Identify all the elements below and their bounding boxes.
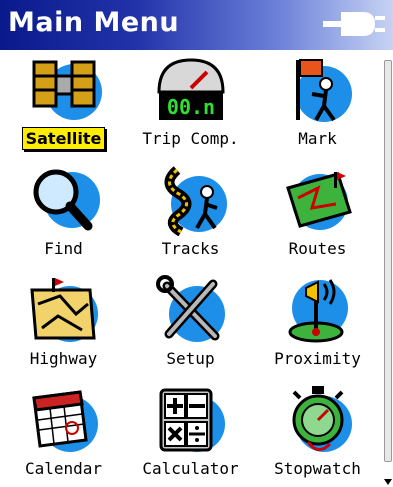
page-title: Main Menu <box>8 7 180 38</box>
menu-item-label: Highway <box>29 349 98 368</box>
menu-item-label: Proximity <box>274 349 361 368</box>
menu-item-label: Calculator <box>142 459 239 478</box>
satellite-icon <box>32 60 102 120</box>
menu-item-label: Routes <box>288 239 347 258</box>
menu-item-label: Mark <box>298 129 337 148</box>
menu-item-routes[interactable]: Routes <box>254 162 381 272</box>
menu-item-mark[interactable]: Mark <box>254 52 381 162</box>
menu-item-setup[interactable]: Setup <box>127 272 254 382</box>
magnifier-icon <box>33 169 100 231</box>
menu-item-tracks[interactable]: Tracks <box>127 162 254 272</box>
mark-waypoint-icon <box>296 59 352 122</box>
menu-item-label: Setup <box>166 349 215 368</box>
main-menu-screen: Main Menu Satellite 00.n Trip Comp. Mark… <box>0 0 393 487</box>
scroll-down-arrow-icon[interactable] <box>384 479 392 485</box>
power-plug-icon <box>323 12 385 36</box>
wrench-icon <box>156 275 225 342</box>
menu-grid: Satellite 00.n Trip Comp. Mark Find Trac… <box>0 52 380 487</box>
proximity-alarm-icon <box>288 279 348 343</box>
menu-item-calculator[interactable]: Calculator <box>127 382 254 487</box>
menu-item-stopwatch[interactable]: Stopwatch <box>254 382 381 487</box>
menu-item-calendar[interactable]: Calendar <box>0 382 127 487</box>
menu-item-label: Tracks <box>161 239 220 258</box>
routes-icon <box>286 172 352 230</box>
highway-icon <box>30 278 98 342</box>
title-bar: Main Menu <box>0 0 393 50</box>
menu-item-label: Trip Comp. <box>142 129 239 148</box>
menu-item-trip-comp[interactable]: 00.n Trip Comp. <box>127 52 254 162</box>
menu-item-label: Find <box>44 239 83 258</box>
menu-item-highway[interactable]: Highway <box>0 272 127 382</box>
menu-item-find[interactable]: Find <box>0 162 127 272</box>
menu-item-label: Satellite <box>21 127 106 150</box>
calendar-icon <box>32 390 98 452</box>
menu-item-satellite[interactable]: Satellite <box>0 52 127 162</box>
calculator-icon <box>159 388 225 452</box>
trip-readout: 00.n <box>167 95 215 119</box>
menu-item-proximity[interactable]: Proximity <box>254 272 381 382</box>
trip-computer-icon: 00.n <box>157 58 225 120</box>
scrollbar[interactable] <box>383 52 393 487</box>
stopwatch-icon <box>292 386 352 452</box>
tracks-icon <box>164 166 227 236</box>
menu-item-label: Calendar <box>24 459 103 478</box>
scroll-thumb[interactable] <box>384 60 392 462</box>
menu-item-label: Stopwatch <box>274 459 361 478</box>
